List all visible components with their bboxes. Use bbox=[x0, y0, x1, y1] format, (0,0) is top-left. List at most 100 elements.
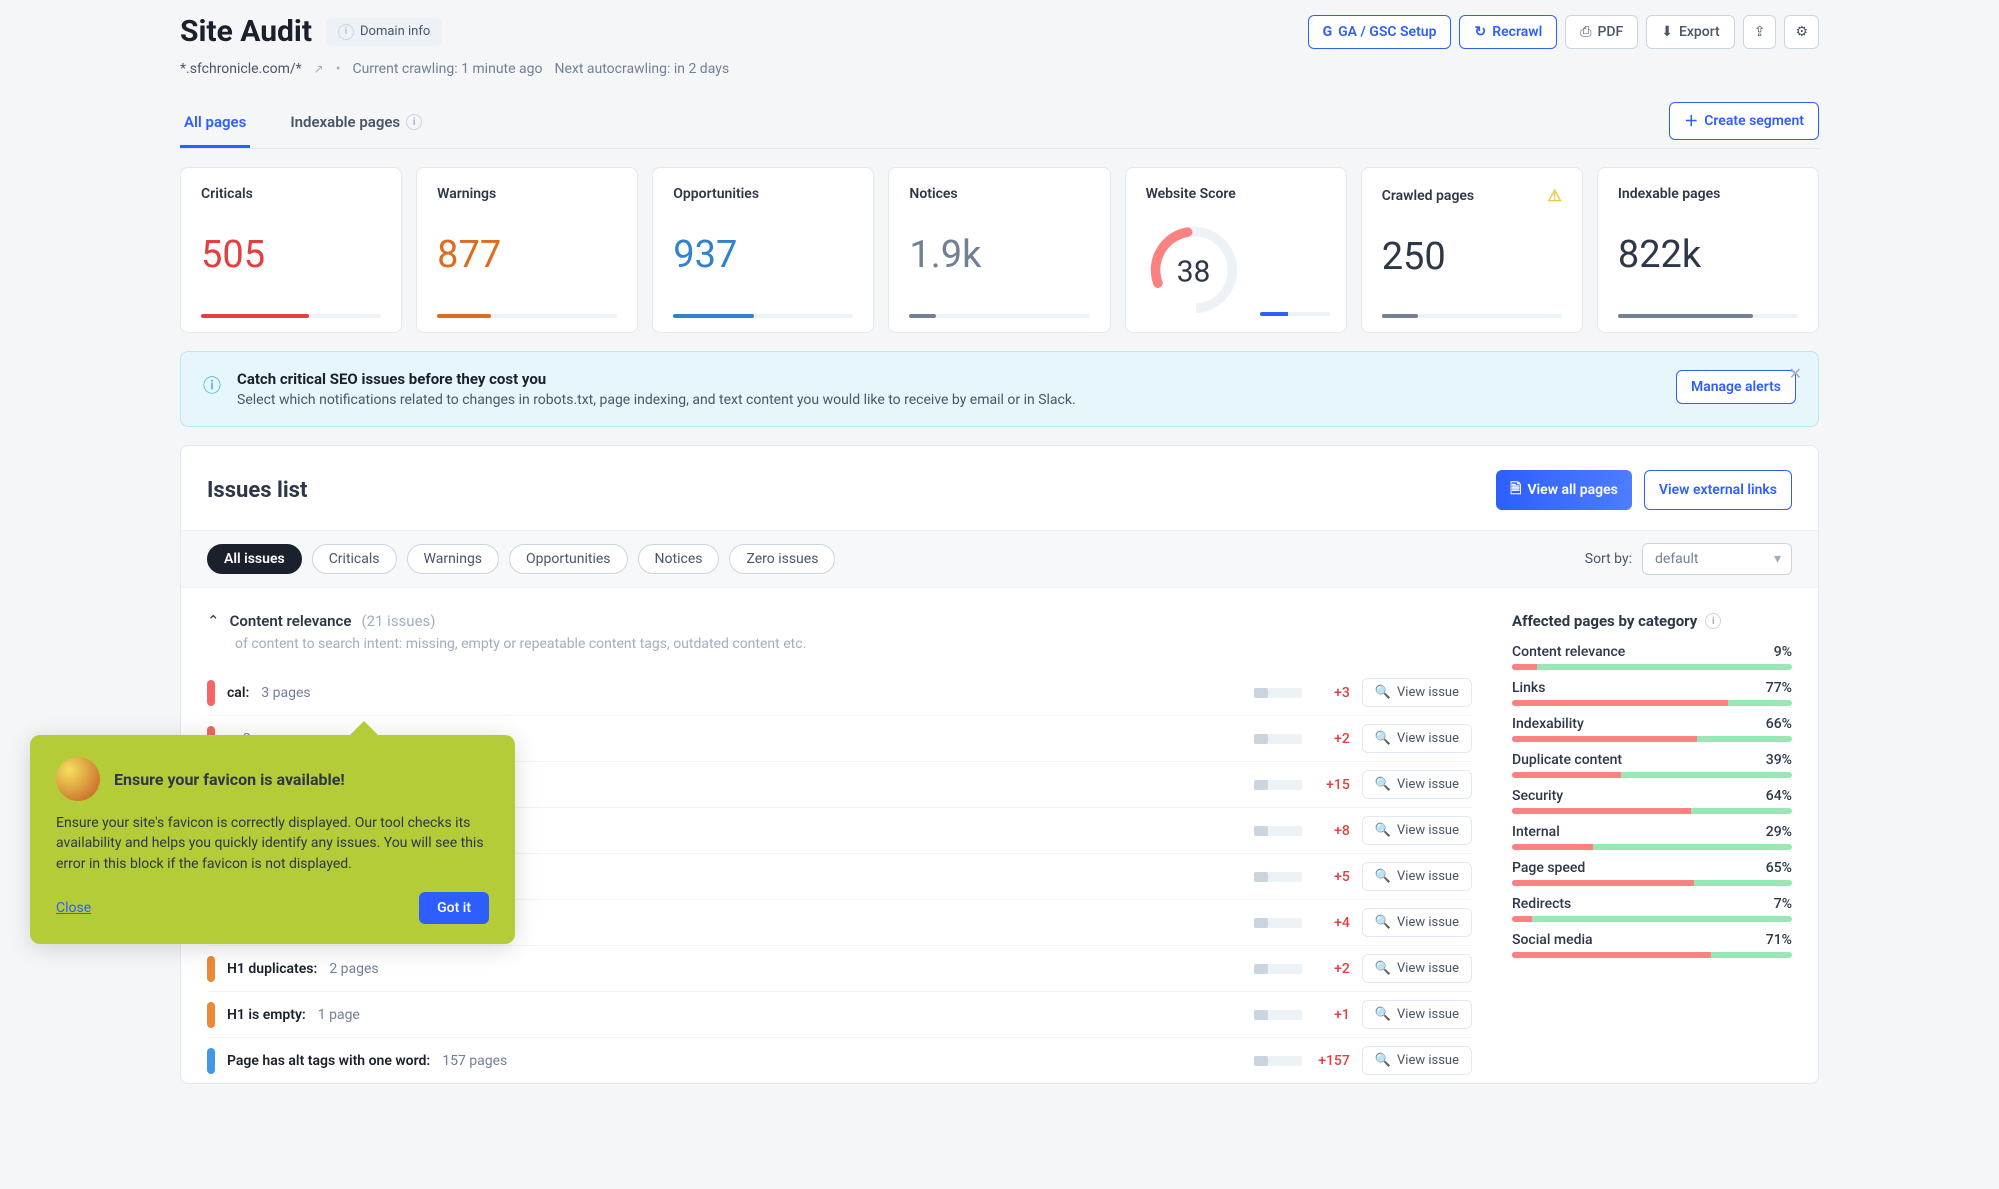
view-issue-button[interactable]: 🔍View issue bbox=[1362, 1046, 1472, 1075]
category-row[interactable]: Content relevance9% bbox=[1512, 644, 1792, 670]
trend-bar bbox=[1254, 826, 1302, 836]
trend-bar bbox=[1254, 780, 1302, 790]
category-bar bbox=[1512, 844, 1792, 850]
category-percent: 64% bbox=[1766, 788, 1792, 804]
severity-indicator bbox=[207, 1048, 215, 1074]
delta-value: +157 bbox=[1314, 1053, 1350, 1069]
issue-row: H1 is empty:1 page+1🔍View issue bbox=[207, 991, 1472, 1037]
view-issue-button[interactable]: 🔍View issue bbox=[1362, 770, 1472, 799]
issue-row: Page has alt tags with one word:157 page… bbox=[207, 1037, 1472, 1083]
severity-indicator bbox=[207, 1002, 215, 1028]
card-website-score[interactable]: Website Score 38 bbox=[1125, 167, 1347, 333]
category-row[interactable]: Social media71% bbox=[1512, 932, 1792, 958]
filter-pill-all-issues[interactable]: All issues bbox=[207, 544, 302, 574]
popover-body: Ensure your site's favicon is correctly … bbox=[56, 813, 489, 874]
next-autocrawling-text: Next autocrawling: in 2 days bbox=[554, 61, 729, 77]
popover-close-link[interactable]: Close bbox=[56, 900, 91, 916]
category-bar bbox=[1512, 772, 1792, 778]
card-crawled-pages[interactable]: Crawled pages ⚠ 250 bbox=[1361, 167, 1583, 333]
close-icon[interactable]: ✕ bbox=[1789, 364, 1802, 383]
search-icon: 🔍 bbox=[1375, 823, 1391, 838]
filter-pill-warnings[interactable]: Warnings bbox=[407, 544, 500, 574]
domain-scope[interactable]: *.sfchronicle.com/* bbox=[180, 61, 302, 77]
view-external-links-button[interactable]: View external links bbox=[1644, 470, 1792, 510]
delta-value: +4 bbox=[1314, 915, 1350, 931]
score-gauge: 38 bbox=[1146, 222, 1242, 318]
tab-indexable-pages[interactable]: Indexable pages i bbox=[286, 101, 426, 148]
external-link-icon[interactable]: ↗ bbox=[314, 62, 324, 76]
info-icon[interactable]: i bbox=[1705, 613, 1721, 629]
card-warnings[interactable]: Warnings 877 bbox=[416, 167, 638, 333]
view-issue-button[interactable]: 🔍View issue bbox=[1362, 1000, 1472, 1029]
issue-group-toggle[interactable]: ⌃ Content relevance (21 issues) bbox=[207, 612, 1472, 630]
category-row[interactable]: Security 64% bbox=[1512, 788, 1792, 814]
issue-row: H1 duplicates:2 pages+2🔍View issue bbox=[207, 945, 1472, 991]
chevron-up-icon: ⌃ bbox=[207, 612, 220, 630]
sparkline bbox=[909, 314, 1089, 318]
category-name: Security bbox=[1512, 788, 1563, 804]
export-button[interactable]: ⬇ Export bbox=[1646, 15, 1734, 49]
trend-bar bbox=[1254, 918, 1302, 928]
info-icon: ⓘ bbox=[203, 372, 221, 398]
view-issue-button[interactable]: 🔍View issue bbox=[1362, 678, 1472, 707]
filter-pill-notices[interactable]: Notices bbox=[638, 544, 720, 574]
filter-pill-zero-issues[interactable]: Zero issues bbox=[729, 544, 835, 574]
ga-gsc-setup-button[interactable]: G GA / GSC Setup bbox=[1308, 15, 1452, 49]
category-row[interactable]: Internal29% bbox=[1512, 824, 1792, 850]
create-segment-button[interactable]: ＋ Create segment bbox=[1669, 102, 1819, 140]
tab-all-pages[interactable]: All pages bbox=[180, 101, 250, 148]
sort-select[interactable]: default bbox=[1642, 543, 1792, 575]
refresh-icon: ↻ bbox=[1474, 24, 1486, 40]
card-notices[interactable]: Notices 1.9k bbox=[888, 167, 1110, 333]
view-issue-button[interactable]: 🔍View issue bbox=[1362, 908, 1472, 937]
card-indexable-pages[interactable]: Indexable pages 822k bbox=[1597, 167, 1819, 333]
category-row[interactable]: Duplicate content39% bbox=[1512, 752, 1792, 778]
onboarding-popover: Ensure your favicon is available! Ensure… bbox=[30, 735, 515, 944]
manage-alerts-button[interactable]: Manage alerts bbox=[1676, 370, 1796, 404]
issue-name: H1 duplicates: bbox=[227, 961, 317, 977]
share-button[interactable]: ⇪ bbox=[1743, 15, 1777, 49]
search-icon: 🔍 bbox=[1375, 685, 1391, 700]
popover-title: Ensure your favicon is available! bbox=[114, 770, 345, 789]
page-title: Site Audit bbox=[180, 14, 312, 49]
category-row[interactable]: Redirects7% bbox=[1512, 896, 1792, 922]
sparkline bbox=[673, 314, 853, 318]
trend-bar bbox=[1254, 1056, 1302, 1066]
card-criticals[interactable]: Criticals 505 bbox=[180, 167, 402, 333]
card-opportunities[interactable]: Opportunities 937 bbox=[652, 167, 874, 333]
trend-bar bbox=[1254, 734, 1302, 744]
document-icon: 🗎 bbox=[1510, 478, 1521, 502]
plus-icon: ＋ bbox=[1684, 111, 1698, 131]
settings-button[interactable]: ⚙ bbox=[1784, 15, 1819, 49]
alert-title: Catch critical SEO issues before they co… bbox=[237, 370, 1076, 388]
pdf-button[interactable]: ⎙ PDF bbox=[1565, 15, 1638, 49]
domain-info-button[interactable]: i Domain info bbox=[326, 18, 442, 46]
delta-value: +2 bbox=[1314, 731, 1350, 747]
issue-pages: 3 pages bbox=[261, 685, 310, 701]
filter-pill-opportunities[interactable]: Opportunities bbox=[509, 544, 628, 574]
category-bar bbox=[1512, 952, 1792, 958]
separator-dot: • bbox=[336, 61, 341, 77]
issue-row: cal:3 pages+3🔍View issue bbox=[207, 670, 1472, 715]
view-issue-button[interactable]: 🔍View issue bbox=[1362, 816, 1472, 845]
issue-group-description: of content to search intent: missing, em… bbox=[235, 636, 1472, 652]
recrawl-button[interactable]: ↻ Recrawl bbox=[1459, 15, 1557, 49]
category-row[interactable]: Indexability66% bbox=[1512, 716, 1792, 742]
category-bar bbox=[1512, 700, 1792, 706]
view-issue-button[interactable]: 🔍View issue bbox=[1362, 954, 1472, 983]
category-name: Redirects bbox=[1512, 896, 1571, 912]
popover-got-it-button[interactable]: Got it bbox=[419, 892, 489, 924]
view-all-pages-button[interactable]: 🗎 View all pages bbox=[1496, 470, 1632, 510]
issues-list-title: Issues list bbox=[207, 478, 307, 503]
category-row[interactable]: Page speed65% bbox=[1512, 860, 1792, 886]
search-icon: 🔍 bbox=[1375, 731, 1391, 746]
view-issue-button[interactable]: 🔍View issue bbox=[1362, 862, 1472, 891]
sparkline bbox=[1382, 314, 1562, 318]
info-icon[interactable]: i bbox=[406, 114, 422, 130]
severity-indicator bbox=[207, 956, 215, 982]
filter-pill-criticals[interactable]: Criticals bbox=[312, 544, 397, 574]
view-issue-button[interactable]: 🔍View issue bbox=[1362, 724, 1472, 753]
category-percent: 29% bbox=[1766, 824, 1792, 840]
issue-name: cal: bbox=[227, 685, 249, 701]
category-row[interactable]: Links77% bbox=[1512, 680, 1792, 706]
